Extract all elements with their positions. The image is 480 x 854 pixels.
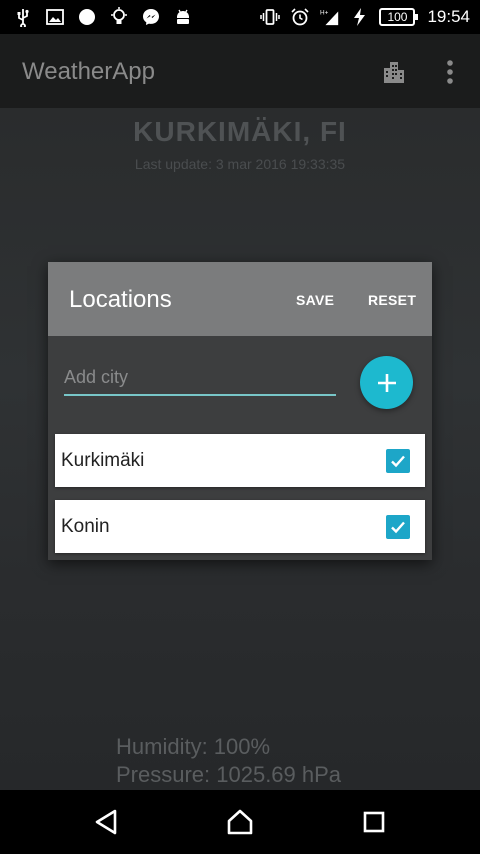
app-title: WeatherApp — [22, 58, 155, 85]
battery-indicator: 100 — [379, 8, 419, 26]
network-type-label: H+ — [320, 9, 329, 16]
last-update: Last update: 3 mar 2016 19:33:35 — [134, 156, 346, 172]
home-icon — [227, 809, 253, 835]
image-icon — [44, 6, 66, 28]
save-button[interactable]: SAVE — [296, 292, 334, 308]
city-name: KURKIMÄKI, FI — [133, 116, 347, 147]
status-bar: H+ 100 19:54 — [0, 0, 480, 34]
check-icon — [391, 455, 405, 468]
app-bar: WeatherApp — [0, 34, 480, 108]
signal-icon: H+ — [319, 6, 341, 28]
home-button[interactable] — [220, 804, 260, 840]
location-name: Konin — [61, 516, 110, 537]
notification-icons — [12, 4, 194, 30]
location-item[interactable]: Kurkimäki — [55, 434, 425, 487]
lightbulb-icon — [108, 6, 130, 28]
plus-icon — [377, 373, 396, 392]
check-icon — [391, 521, 405, 534]
city-icon[interactable] — [374, 52, 414, 92]
status-time: 19:54 — [427, 7, 470, 26]
record-icon — [76, 6, 98, 28]
humidity-label: Humidity: 100% — [116, 734, 271, 759]
reset-button[interactable]: RESET — [368, 292, 416, 308]
dialog-title: Locations — [69, 286, 172, 313]
add-city-button[interactable] — [360, 356, 413, 409]
more-vert-icon[interactable] — [430, 52, 470, 92]
charging-icon — [349, 6, 371, 28]
location-item[interactable]: Konin — [55, 500, 425, 553]
navigation-bar — [0, 790, 480, 854]
recents-button[interactable] — [354, 804, 394, 840]
back-icon — [95, 809, 117, 835]
dialog-header: Locations SAVE RESET — [48, 262, 432, 336]
add-city-input[interactable] — [64, 360, 336, 396]
system-icons: H+ 100 19:54 — [259, 4, 470, 30]
messenger-icon — [140, 6, 162, 28]
android-icon — [172, 6, 194, 28]
location-name: Kurkimäki — [61, 450, 145, 471]
back-button[interactable] — [86, 804, 126, 840]
pressure-label: Pressure: 1025.69 hPa — [116, 762, 342, 787]
usb-icon — [12, 6, 34, 28]
location-checkbox[interactable] — [386, 449, 410, 473]
vibrate-icon — [259, 6, 281, 28]
alarm-icon — [289, 6, 311, 28]
recents-icon — [363, 811, 385, 833]
locations-dialog: Locations SAVE RESET Kurkimäki Konin — [48, 262, 432, 560]
location-checkbox[interactable] — [386, 515, 410, 539]
